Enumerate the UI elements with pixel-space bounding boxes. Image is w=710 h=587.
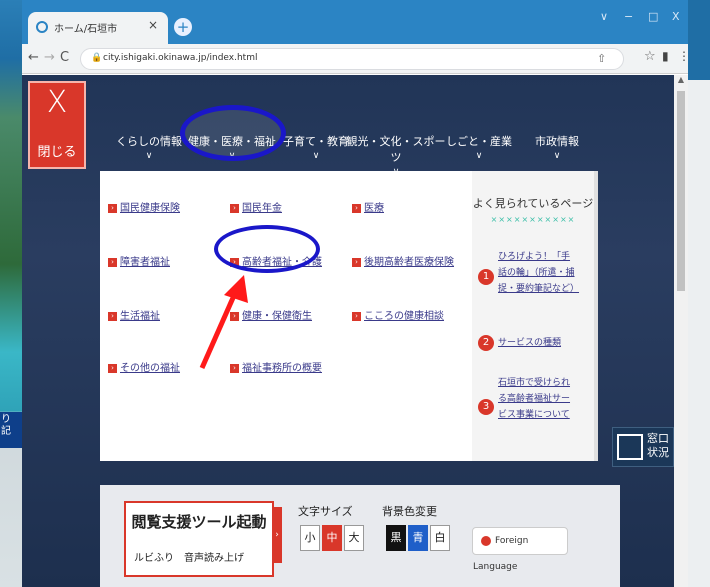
popular-link-3[interactable]: 石垣市で受けられる高齢者福祉サービス事業について bbox=[498, 375, 578, 423]
chevron-down-icon: ∨ bbox=[553, 151, 561, 161]
foreign-language-button[interactable]: Foreign Language bbox=[472, 527, 568, 572]
bg-white-button[interactable]: 白 bbox=[430, 525, 450, 551]
forward-icon[interactable]: → bbox=[44, 50, 55, 65]
rank-badge: 1 bbox=[478, 269, 494, 285]
globe-icon bbox=[481, 535, 491, 546]
nav-city-administration[interactable]: 市政情報 ∨ bbox=[522, 133, 592, 161]
arrow-icon: › bbox=[108, 257, 117, 267]
arrow-icon: › bbox=[108, 311, 117, 321]
reading-support-button[interactable]: 閲覧支援ツール起動 ルビふり 音声読み上げ bbox=[124, 501, 274, 577]
tab-close-icon[interactable]: × bbox=[148, 18, 158, 32]
accessibility-panel: 閲覧支援ツール起動 ルビふり 音声読み上げ › 文字サイズ 小 中 大 背景色変… bbox=[100, 485, 620, 587]
chevron-down-icon: ∨ bbox=[312, 151, 320, 161]
background-sign-left: り 記 bbox=[0, 412, 22, 448]
background-window-left bbox=[0, 0, 22, 587]
tab-title: ホーム/石垣市 bbox=[54, 24, 118, 35]
bookmark-star-icon[interactable]: ☆ bbox=[644, 49, 656, 64]
close-icon: X bbox=[46, 85, 68, 120]
address-bar[interactable]: 🔒 city.ishigaki.okinawa.jp/index.html ⇧ bbox=[80, 48, 624, 70]
background-window-right bbox=[688, 0, 710, 587]
browser-toolbar: ← → C 🔒 city.ishigaki.okinawa.jp/index.h… bbox=[22, 44, 688, 74]
counter-icon bbox=[617, 434, 643, 460]
arrow-icon: › bbox=[352, 203, 361, 213]
menu-item-medical[interactable]: › 医療 bbox=[352, 199, 384, 214]
tab-search-icon[interactable]: ∨ bbox=[600, 10, 608, 23]
megamenu-panel: › 国民健康保険 › 国民年金 › 医療 › 障害者福祉 › 高齢者福祉・介護 › 後期高齢… bbox=[100, 171, 598, 461]
lock-icon[interactable]: 🔒 bbox=[91, 53, 102, 63]
chevron-down-icon: ∨ bbox=[145, 151, 153, 161]
share-icon[interactable]: ⇧ bbox=[597, 52, 606, 65]
nav-childcare-education[interactable]: 子育て・教育 ∨ bbox=[276, 133, 356, 161]
font-size-medium-button[interactable]: 中 bbox=[322, 525, 342, 551]
font-size-large-button[interactable]: 大 bbox=[344, 525, 364, 551]
popular-link-2[interactable]: サービスの種類 bbox=[498, 335, 578, 351]
nav-work-industry[interactable]: しごと・産業 ∨ bbox=[440, 133, 518, 161]
close-menu-label: 閉じる bbox=[37, 145, 77, 160]
arrow-icon: › bbox=[108, 363, 117, 373]
annotation-arrow bbox=[199, 275, 248, 370]
menu-item-national-pension[interactable]: › 国民年金 bbox=[230, 199, 282, 214]
close-window-button[interactable]: X bbox=[672, 10, 680, 23]
menu-item-mental-health-consultation[interactable]: › こころの健康相談 bbox=[352, 307, 444, 322]
maximize-button[interactable]: □ bbox=[648, 10, 658, 23]
menu-item-livelihood-welfare[interactable]: › 生活福祉 bbox=[108, 307, 160, 322]
menu-item-disability-welfare[interactable]: › 障害者福祉 bbox=[108, 253, 170, 268]
more-menu-icon[interactable]: ⋮ bbox=[678, 49, 688, 63]
extensions-icon[interactable]: ▮ bbox=[662, 49, 669, 63]
bg-black-button[interactable]: 黒 bbox=[386, 525, 406, 551]
page-scrollbar[interactable] bbox=[674, 75, 688, 587]
font-size-small-button[interactable]: 小 bbox=[300, 525, 320, 551]
reading-support-title: 閲覧支援ツール起動 bbox=[131, 513, 267, 531]
arrow-icon: › bbox=[230, 203, 239, 213]
browser-tab[interactable]: ホーム/石垣市 × bbox=[28, 12, 168, 44]
font-size-label: 文字サイズ bbox=[298, 505, 353, 518]
browser-titlebar: ホーム/石垣市 × + ∨ − □ X bbox=[22, 0, 688, 44]
nav-living-info[interactable]: くらしの情報 ∨ bbox=[110, 133, 188, 161]
menu-item-other-welfare[interactable]: › その他の福祉 bbox=[108, 359, 180, 374]
menu-item-national-health-insurance[interactable]: › 国民健康保険 bbox=[108, 199, 180, 214]
chevron-down-icon: ∨ bbox=[475, 151, 483, 161]
close-menu-button[interactable]: X 閉じる bbox=[28, 81, 86, 169]
annotation-circle-item bbox=[214, 225, 320, 273]
arrow-icon: › bbox=[108, 203, 117, 213]
rank-badge: 3 bbox=[478, 399, 494, 415]
arrow-icon: › bbox=[352, 311, 361, 321]
menu-item-late-elderly-medical-insurance[interactable]: › 後期高齢者医療保険 bbox=[352, 253, 454, 268]
minimize-button[interactable]: − bbox=[624, 10, 633, 23]
url-text[interactable]: city.ishigaki.okinawa.jp/index.html bbox=[103, 53, 257, 63]
popular-pages-panel: よく見られているページ ××××××××××× 1 ひろげよう！「手話の輪」（所… bbox=[472, 171, 598, 461]
new-tab-button[interactable]: + bbox=[174, 18, 192, 36]
page-viewport: X 閉じる くらしの情報 ∨ 健康・医療・福祉 ∨ 子育て・教育 ∨ 観光・文化・スポ… bbox=[22, 75, 688, 587]
arrow-icon: › bbox=[352, 257, 361, 267]
favicon-icon bbox=[36, 21, 48, 33]
chevron-right-icon[interactable]: › bbox=[272, 507, 282, 563]
popular-link-1[interactable]: ひろげよう！「手話の輪」（所遣・捕捉・要約筆記など） bbox=[498, 249, 579, 297]
scroll-up-icon[interactable]: ▲ bbox=[674, 75, 688, 87]
popular-pages-title: よく見られているページ bbox=[472, 197, 594, 210]
bg-blue-button[interactable]: 青 bbox=[408, 525, 428, 551]
annotation-circle-nav bbox=[180, 105, 286, 161]
reload-icon[interactable]: C bbox=[60, 50, 69, 65]
background-counter-sign: 窓口 状況 bbox=[612, 427, 674, 467]
popular-pages-decoration: ××××××××××× bbox=[490, 215, 576, 224]
megamenu-scrollbar[interactable] bbox=[594, 171, 598, 461]
browser-window: ホーム/石垣市 × + ∨ − □ X ← → C 🔒 city.ishigak… bbox=[22, 0, 688, 587]
ruby-audio-label: ルビふり 音声読み上げ bbox=[134, 553, 244, 564]
rank-badge: 2 bbox=[478, 335, 494, 351]
scrollbar-thumb[interactable] bbox=[677, 91, 685, 291]
background-color-label: 背景色変更 bbox=[382, 505, 437, 518]
back-icon[interactable]: ← bbox=[28, 50, 39, 65]
